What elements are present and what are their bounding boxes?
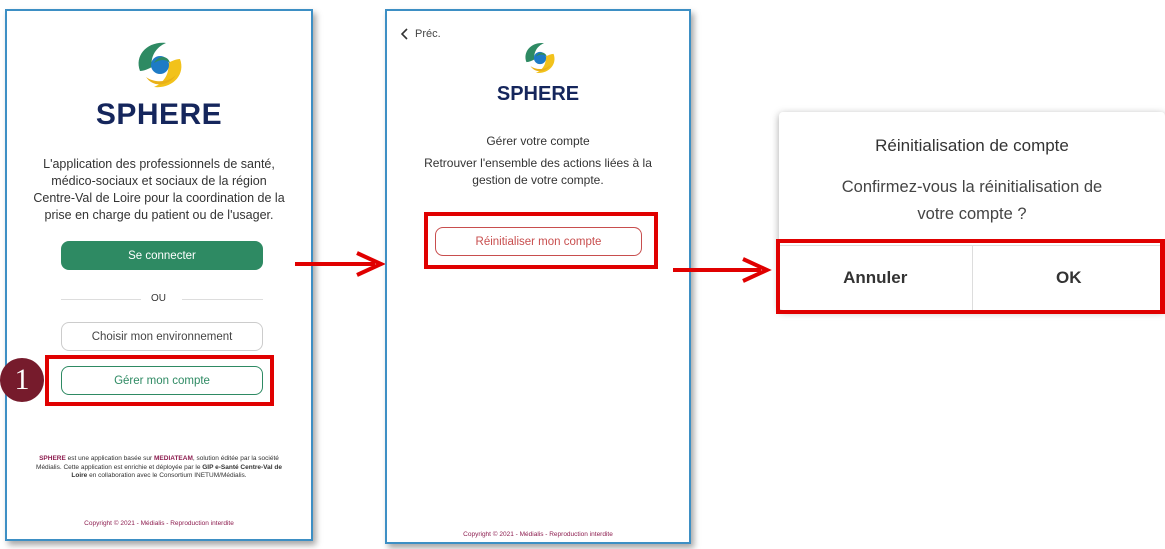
back-button[interactable]: Préc. [401, 28, 441, 40]
connect-button[interactable]: Se connecter [61, 241, 263, 270]
dialog-title: Réinitialisation de compte [875, 136, 1069, 155]
choose-environment-button[interactable]: Choisir mon environnement [61, 322, 263, 351]
sphere-logo-icon [525, 42, 555, 74]
dialog-message-line: votre compte ? [917, 205, 1027, 223]
back-label: Préc. [415, 28, 441, 40]
highlight-manage-account [45, 355, 274, 406]
brand-title: SPHERE [496, 83, 580, 105]
highlight-dialog-buttons [776, 239, 1165, 314]
footer-text: SPHERE est une application basée sur MED… [7, 455, 311, 481]
footer-text-part: en collaboration avec le Consortium INET… [87, 472, 247, 479]
app-description: L'application des professionnels de sant… [33, 157, 285, 222]
copyright-text: Copyright © 2021 - Médialis - Reproducti… [84, 520, 234, 527]
phone-screen-login: SPHERE L'application des professionnels … [5, 9, 313, 541]
footer-text-part: est une application basée sur [65, 455, 154, 462]
brand-title: SPHERE [95, 98, 223, 131]
page-title: Gérer votre compte [486, 134, 590, 148]
or-divider-right [182, 299, 263, 300]
copyright-text: Copyright © 2021 - Médialis - Reproducti… [463, 531, 613, 538]
phone-screen-account: Préc. SPHERE Gérer votre compte Retrouve… [385, 9, 691, 544]
arrow-right-icon [673, 257, 772, 283]
arrow-right-icon [295, 251, 386, 277]
step-number-badge: 1 [0, 358, 44, 402]
chevron-left-icon [401, 28, 408, 40]
page-description: Retrouver l'ensemble des actions liées à… [424, 156, 652, 187]
or-divider-left [61, 299, 141, 300]
highlight-reset-account [424, 212, 658, 269]
sphere-logo-icon [138, 42, 182, 88]
footer-mediateam: MEDIATEAM [154, 455, 193, 462]
or-label: OU [151, 293, 166, 304]
footer-sphere: SPHERE [39, 455, 66, 462]
dialog-message: Confirmez-vous la réinitialisation de vo… [779, 174, 1165, 228]
dialog-message-line: Confirmez-vous la réinitialisation de [841, 178, 1103, 196]
